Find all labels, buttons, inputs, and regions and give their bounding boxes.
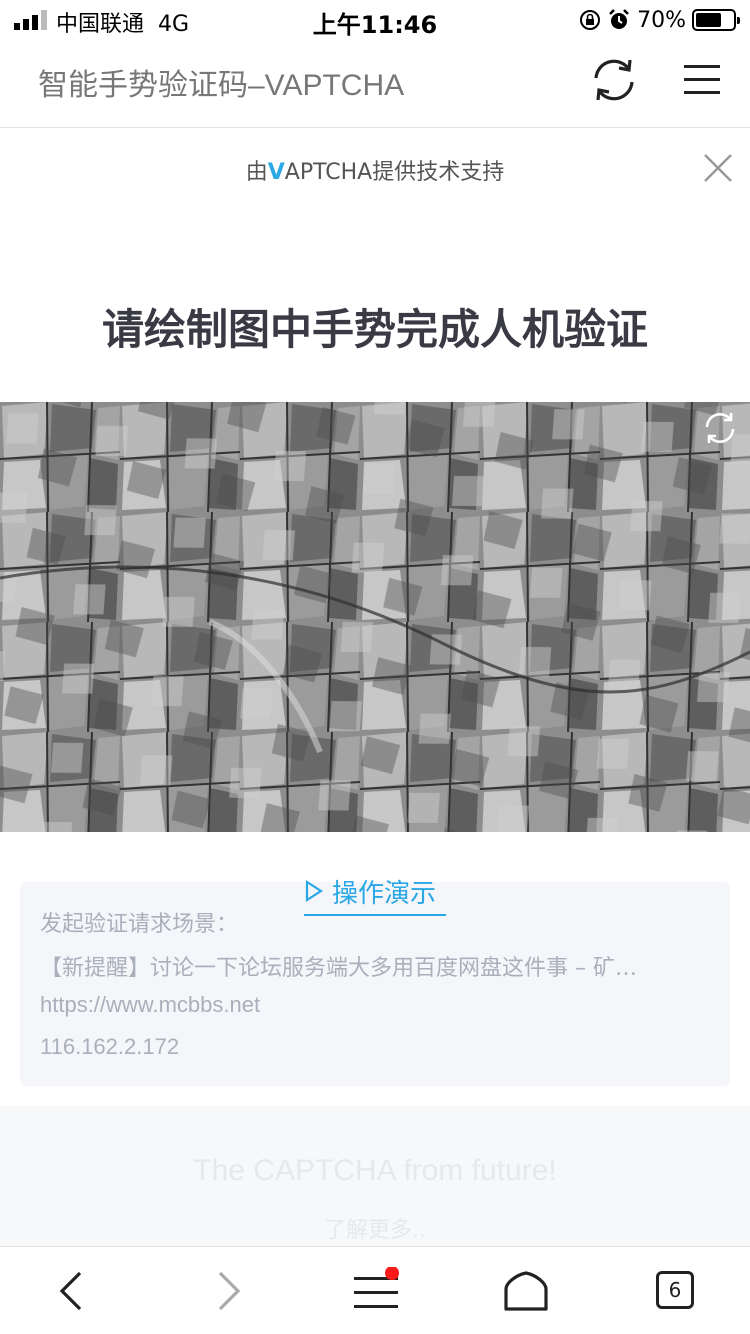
- back-icon[interactable]: [48, 1267, 96, 1315]
- banner-suffix: 提供技术支持: [372, 160, 505, 185]
- forward-icon[interactable]: [204, 1267, 252, 1315]
- captcha-headline: 请绘制图中手势完成人机验证: [101, 305, 648, 354]
- orientation-lock-icon: [580, 10, 601, 30]
- vaptcha-footer: The CAPTCHA from future! 了解更多..: [0, 1106, 750, 1246]
- home-icon[interactable]: [502, 1267, 550, 1315]
- alarm-icon: [609, 9, 629, 29]
- battery-icon: [692, 9, 740, 31]
- captcha-gesture-image[interactable]: [0, 402, 750, 832]
- menu-icon[interactable]: [682, 62, 722, 98]
- battery-fill: [696, 13, 722, 27]
- brand-name: APTCHA: [284, 160, 373, 185]
- powered-by-text: 由VAPTCHA提供技术支持: [0, 154, 750, 186]
- request-page-title: 【新提醒】讨论一下论坛服务端大多用百度网盘这件事 – 矿…: [40, 956, 637, 981]
- request-ip: 116.162.2.172: [40, 1034, 180, 1059]
- brand-v: V: [267, 160, 285, 185]
- request-url: https://www.mcbbs.net: [40, 992, 261, 1017]
- reload-icon[interactable]: [590, 56, 638, 104]
- browser-header: 智能手势验证码–VAPTCHA: [0, 40, 750, 128]
- captcha-refresh-icon[interactable]: [702, 410, 738, 446]
- close-icon[interactable]: [702, 152, 734, 184]
- menu-list-icon[interactable]: [352, 1267, 400, 1315]
- demo-link[interactable]: 操作演示: [304, 868, 446, 916]
- play-icon: [305, 879, 324, 903]
- tabs-count-button[interactable]: 6: [656, 1271, 694, 1309]
- page-title[interactable]: 智能手势验证码–VAPTCHA: [38, 60, 404, 104]
- banner-prefix: 由: [245, 160, 268, 185]
- status-icons: 70%: [579, 6, 740, 34]
- battery-percent: 70%: [637, 7, 686, 33]
- learn-more-link[interactable]: 了解更多..: [0, 1212, 750, 1244]
- powered-by-banner: 由VAPTCHA提供技术支持: [0, 128, 750, 208]
- browser-toolbar: 6: [0, 1246, 750, 1334]
- status-bar: 中国联通 4G 上午11:46 70%: [0, 0, 750, 40]
- gesture-pattern: [0, 402, 750, 832]
- battery-cap: [737, 17, 740, 24]
- tagline: The CAPTCHA from future!: [193, 1154, 557, 1187]
- demo-label: 操作演示: [332, 878, 437, 909]
